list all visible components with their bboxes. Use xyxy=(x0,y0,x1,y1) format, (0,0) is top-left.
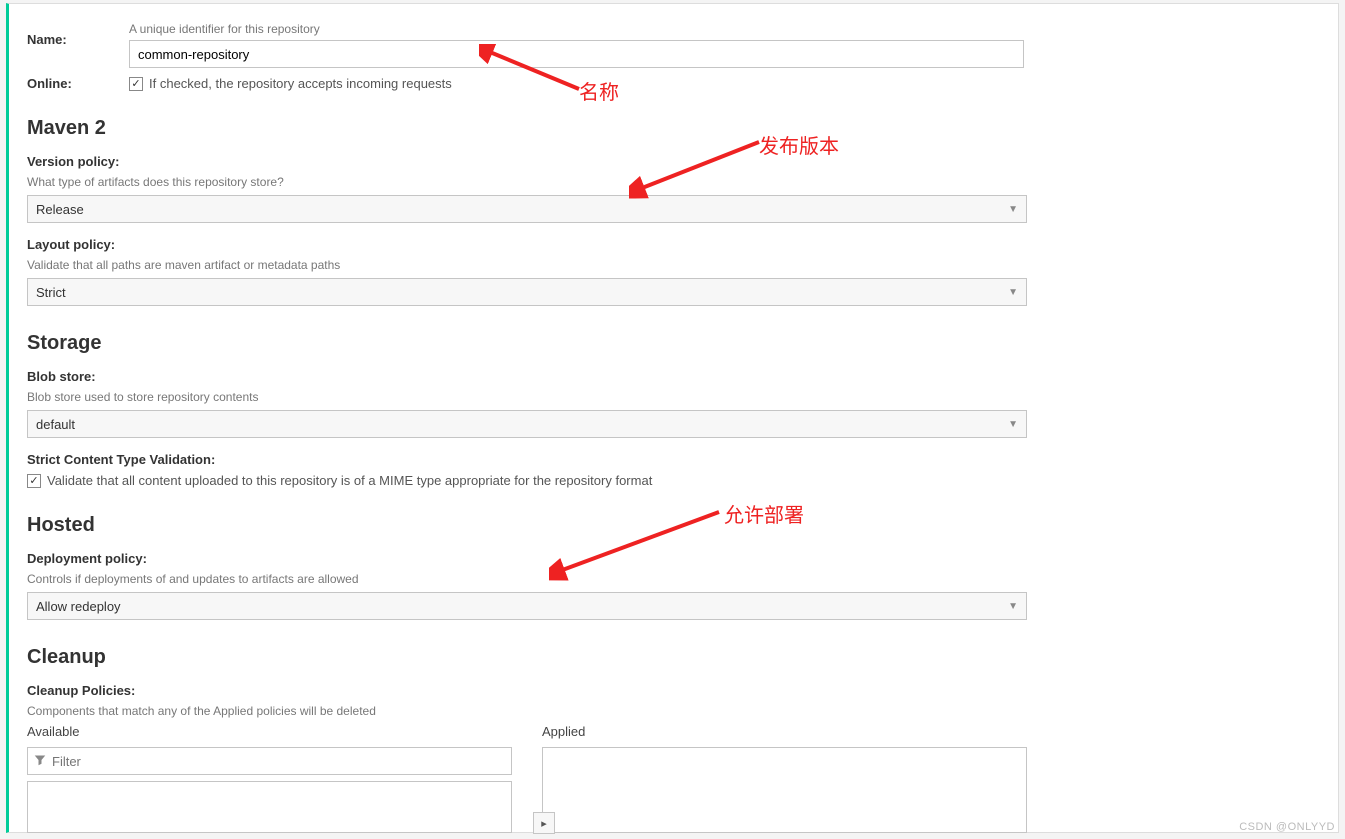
hosted-section-title: Hosted xyxy=(27,514,1320,537)
deploy-policy-label: Deployment policy: xyxy=(27,551,1320,566)
strict-validation-checkbox[interactable] xyxy=(27,474,41,488)
applied-listbox[interactable] xyxy=(542,747,1027,833)
online-checkbox-label: If checked, the repository accepts incom… xyxy=(149,76,452,91)
version-policy-hint: What type of artifacts does this reposit… xyxy=(27,175,1320,189)
deploy-policy-value: Allow redeploy xyxy=(36,599,121,614)
layout-policy-label: Layout policy: xyxy=(27,237,1320,252)
chevron-down-icon: ▼ xyxy=(1008,419,1018,430)
filter-icon xyxy=(34,754,46,769)
deploy-policy-hint: Controls if deployments of and updates t… xyxy=(27,572,1320,586)
version-policy-select[interactable]: Release ▼ xyxy=(27,195,1027,223)
layout-policy-hint: Validate that all paths are maven artifa… xyxy=(27,258,1320,272)
strict-validation-text: Validate that all content uploaded to th… xyxy=(47,473,652,488)
strict-validation-label: Strict Content Type Validation: xyxy=(27,452,1320,467)
available-filter-input[interactable] xyxy=(52,754,505,769)
version-policy-label: Version policy: xyxy=(27,154,1320,169)
blob-store-label: Blob store: xyxy=(27,369,1320,384)
deploy-policy-select[interactable]: Allow redeploy ▼ xyxy=(27,592,1027,620)
blob-store-value: default xyxy=(36,417,75,432)
chevron-down-icon: ▼ xyxy=(1008,287,1018,298)
online-checkbox[interactable] xyxy=(129,77,143,91)
move-right-button[interactable]: ▸ xyxy=(533,812,555,834)
layout-policy-value: Strict xyxy=(36,285,66,300)
applied-label: Applied xyxy=(542,724,1027,739)
available-listbox[interactable] xyxy=(27,781,512,833)
cleanup-policies-label: Cleanup Policies: xyxy=(27,683,1320,698)
blob-store-select[interactable]: default ▼ xyxy=(27,410,1027,438)
watermark: CSDN @ONLYYD xyxy=(1239,821,1335,833)
available-filter[interactable] xyxy=(27,747,512,775)
storage-section-title: Storage xyxy=(27,332,1320,355)
available-label: Available xyxy=(27,724,512,739)
name-hint: A unique identifier for this repository xyxy=(129,22,1320,36)
chevron-down-icon: ▼ xyxy=(1008,204,1018,215)
chevron-down-icon: ▼ xyxy=(1008,601,1018,612)
name-label: Name: xyxy=(27,22,129,47)
version-policy-value: Release xyxy=(36,202,84,217)
cleanup-policies-hint: Components that match any of the Applied… xyxy=(27,704,1320,718)
name-input[interactable] xyxy=(129,40,1024,68)
blob-store-hint: Blob store used to store repository cont… xyxy=(27,390,1320,404)
layout-policy-select[interactable]: Strict ▼ xyxy=(27,278,1027,306)
repository-config-form: Name: A unique identifier for this repos… xyxy=(6,3,1339,833)
cleanup-section-title: Cleanup xyxy=(27,646,1320,669)
online-label: Online: xyxy=(27,76,129,91)
maven-section-title: Maven 2 xyxy=(27,117,1320,140)
